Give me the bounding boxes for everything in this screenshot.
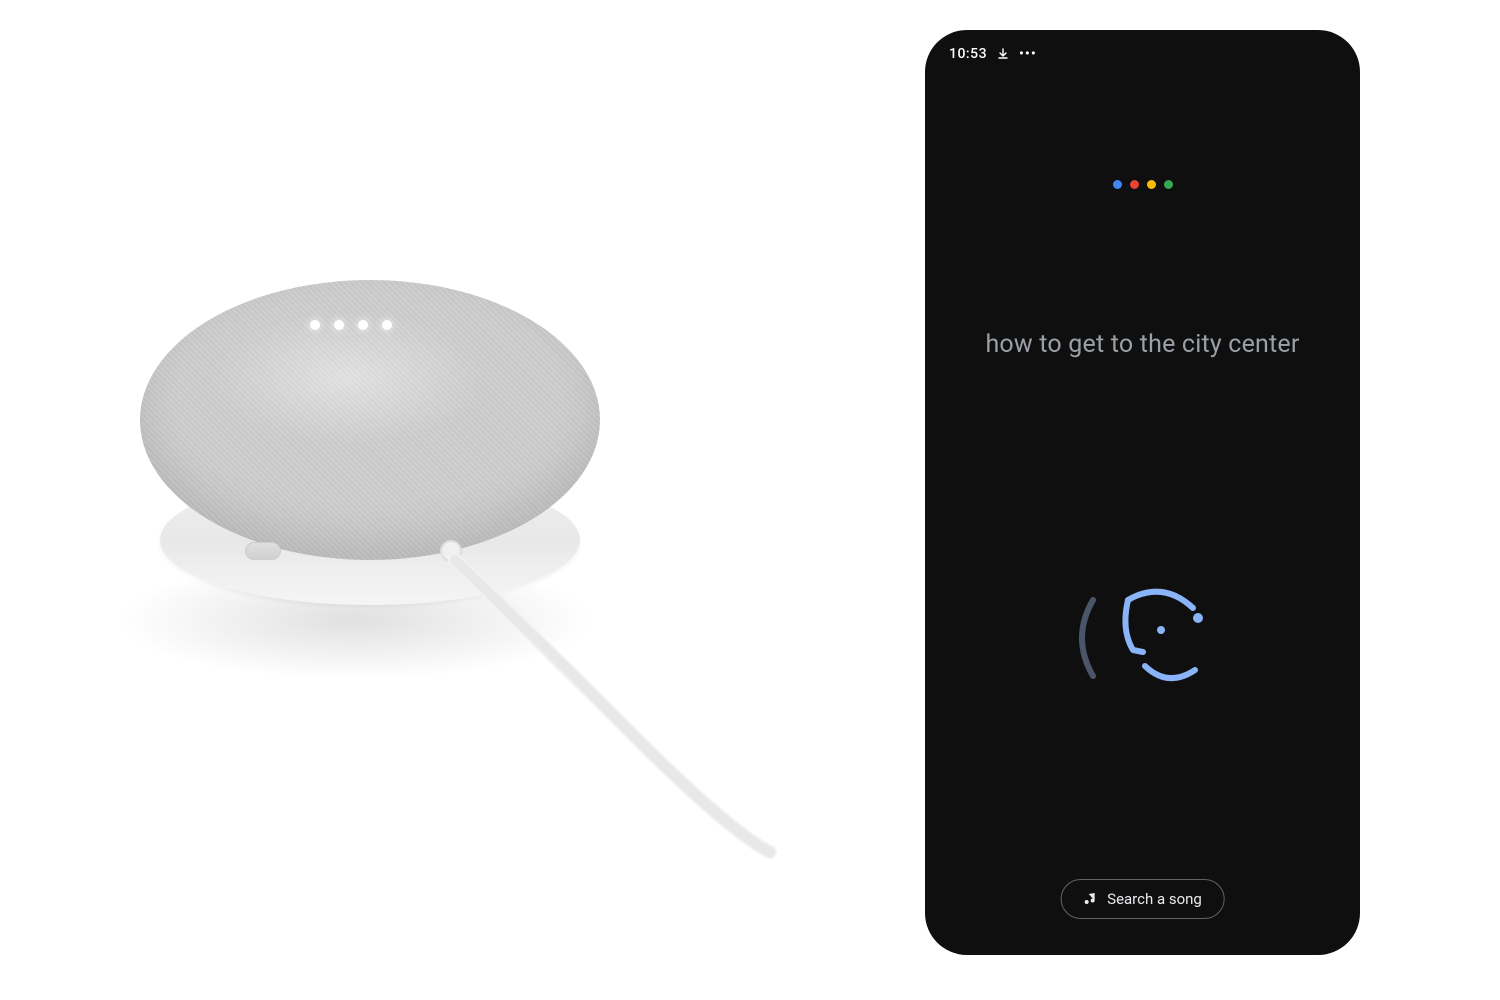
smart-speaker-device <box>85 180 725 820</box>
search-song-label: Search a song <box>1107 890 1202 908</box>
phone-mockup: 10:53 ••• how to get to the city center <box>925 30 1360 955</box>
device-mute-switch <box>245 542 281 560</box>
assistant-dot-green <box>1164 180 1173 189</box>
device-indicator-lights <box>310 320 392 330</box>
music-note-icon <box>1083 892 1097 906</box>
voice-query-text: how to get to the city center <box>925 330 1360 359</box>
indicator-light <box>382 320 392 330</box>
status-time: 10:53 <box>949 46 987 62</box>
assistant-dot-blue <box>1113 180 1122 189</box>
download-icon <box>997 48 1009 60</box>
indicator-light <box>334 320 344 330</box>
search-song-button[interactable]: Search a song <box>1060 879 1225 919</box>
assistant-logo-dots <box>1113 180 1173 189</box>
indicator-light <box>310 320 320 330</box>
device-power-cable <box>450 552 770 852</box>
more-icon: ••• <box>1019 47 1037 61</box>
listening-face-icon <box>1053 570 1233 710</box>
status-bar: 10:53 ••• <box>949 46 1037 62</box>
indicator-light <box>358 320 368 330</box>
assistant-dot-red <box>1130 180 1139 189</box>
assistant-dot-yellow <box>1147 180 1156 189</box>
